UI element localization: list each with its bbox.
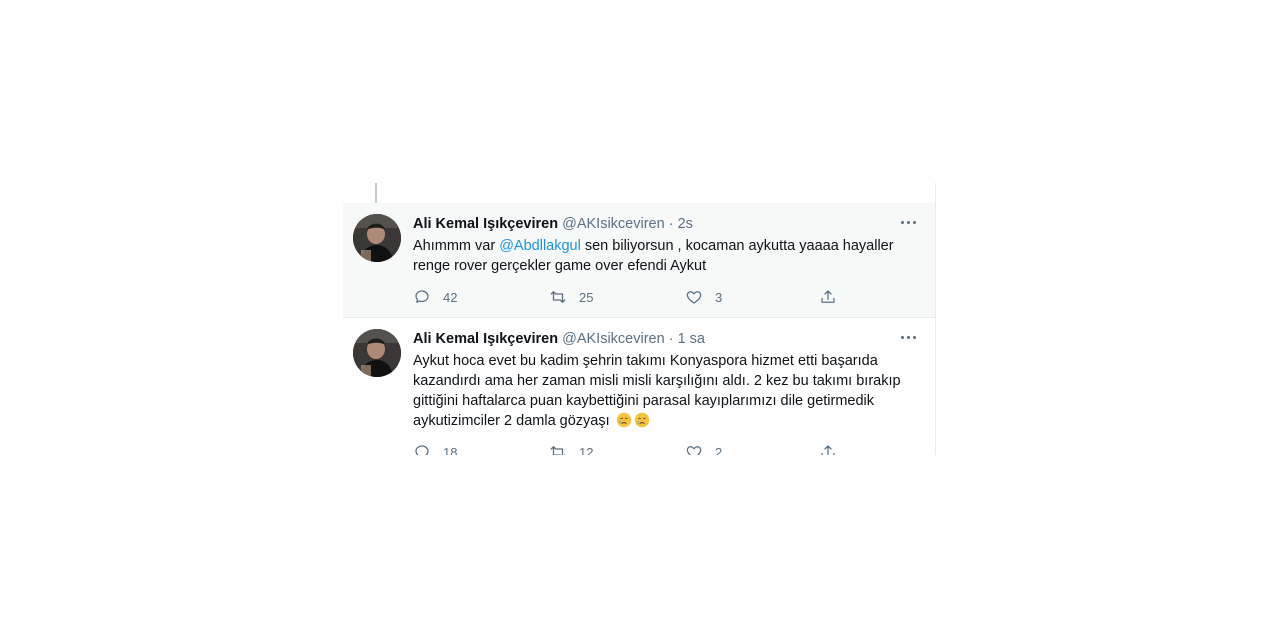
like-button[interactable] xyxy=(685,183,703,185)
more-icon xyxy=(900,335,904,339)
tweet-text: Aykut hoca evet bu kadim şehrin takımı K… xyxy=(413,351,923,431)
crying-face-icon xyxy=(634,412,649,428)
share-icon xyxy=(821,290,835,303)
retweet-button[interactable] xyxy=(549,183,567,185)
reply-button[interactable]: 42 xyxy=(413,287,457,307)
share-icon xyxy=(819,183,837,184)
author-name[interactable]: Ali Kemal Işıkçeviren xyxy=(413,331,558,347)
retweet-icon xyxy=(549,183,567,184)
retweet-count: 25 xyxy=(579,289,594,305)
reply-icon xyxy=(415,445,429,455)
reply-button[interactable] xyxy=(413,183,431,185)
retweet-button[interactable]: 25 xyxy=(549,287,593,307)
more-button[interactable] xyxy=(897,213,919,231)
reply-icon xyxy=(413,183,431,184)
share-button[interactable] xyxy=(819,287,837,307)
more-icon xyxy=(900,220,904,224)
share-button[interactable] xyxy=(819,183,837,185)
separator-dot: · xyxy=(668,216,674,232)
author-name[interactable]: Ali Kemal Işıkçeviren xyxy=(413,216,558,232)
avatar-photo xyxy=(353,329,401,377)
tweet-header: Ali Kemal Işıkçeviren @AKIsikceviren · 2… xyxy=(413,216,693,232)
like-button[interactable]: 2 xyxy=(685,442,722,455)
tweet-text-part: Aykut hoca evet bu kadim şehrin takımı K… xyxy=(413,353,901,429)
share-icon xyxy=(821,445,835,455)
avatar-photo xyxy=(353,214,401,262)
retweet-count: 12 xyxy=(579,444,594,456)
reply-count: 42 xyxy=(443,289,458,305)
author-handle[interactable]: @AKIsikceviren xyxy=(562,331,665,347)
tweet-actions: 18 12 2 xyxy=(413,442,853,455)
retweet-icon xyxy=(550,446,566,455)
like-count: 3 xyxy=(715,289,723,305)
tweet-header: Ali Kemal Işıkçeviren @AKIsikceviren · 1… xyxy=(413,331,705,347)
tweet-time[interactable]: 1 sa xyxy=(678,331,705,347)
share-button[interactable] xyxy=(819,442,837,455)
crying-face-icon xyxy=(616,412,631,428)
reply-icon xyxy=(415,290,429,303)
more-button[interactable] xyxy=(897,328,919,346)
reply-count: 18 xyxy=(443,444,458,456)
retweet-button[interactable]: 12 xyxy=(549,442,593,455)
tweet[interactable]: Ali Kemal Işıkçeviren @AKIsikceviren · 2… xyxy=(343,203,935,317)
retweet-icon xyxy=(550,291,566,303)
mention-link[interactable]: @Abdllakgul xyxy=(499,238,581,254)
tweet-actions xyxy=(413,183,853,185)
like-icon xyxy=(686,446,702,455)
separator-dot: · xyxy=(668,331,674,347)
like-count: 2 xyxy=(715,444,723,456)
tweet-thread: Ali Kemal Işıkçeviren @AKIsikceviren · 2… xyxy=(343,183,936,455)
reply-button[interactable]: 18 xyxy=(413,442,457,455)
tweet-time[interactable]: 2s xyxy=(678,216,693,232)
author-handle[interactable]: @AKIsikceviren xyxy=(562,216,665,232)
tweet-actions: 42 25 3 xyxy=(413,287,853,307)
tweet[interactable]: Ali Kemal Işıkçeviren @AKIsikceviren · 1… xyxy=(343,317,935,455)
like-icon xyxy=(685,183,703,184)
avatar[interactable] xyxy=(353,329,401,377)
avatar[interactable] xyxy=(353,214,401,262)
like-icon xyxy=(686,291,702,304)
column-border xyxy=(935,183,936,455)
tweet-text: Ahımmm var @Abdllakgul sen biliyorsun , … xyxy=(413,236,923,276)
like-button[interactable]: 3 xyxy=(685,287,722,307)
tweet-text-part: Ahımmm var xyxy=(413,238,500,254)
previous-tweet-cropped xyxy=(343,183,935,189)
